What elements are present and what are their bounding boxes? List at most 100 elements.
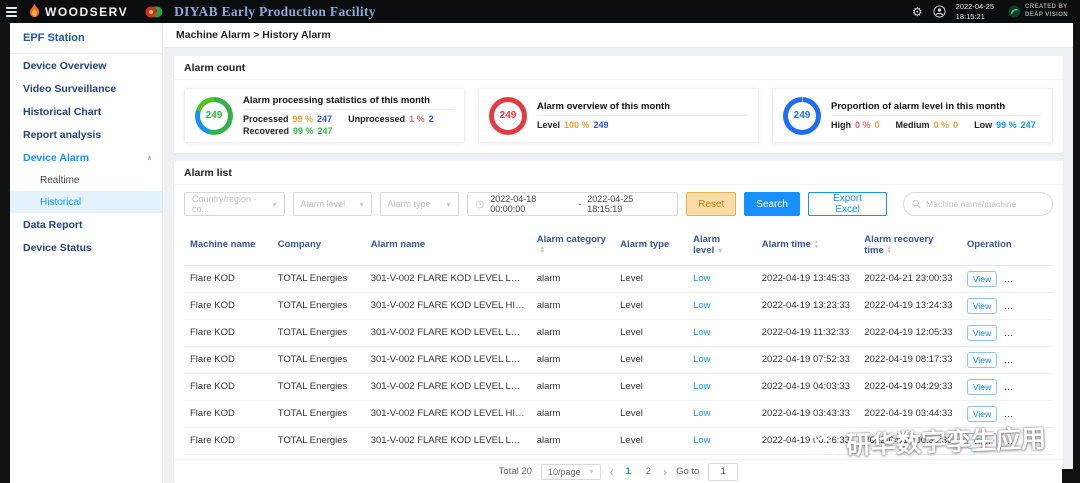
sidebar-item-report-analysis[interactable]: Report analysis — [10, 123, 162, 146]
view-button[interactable]: View — [967, 298, 997, 314]
table-row[interactable]: Flare KOD TOTAL Energies 301-V-002 FLARE… — [184, 292, 1053, 319]
left-edge-bar — [0, 0, 10, 483]
alarm-type-select[interactable]: Alarm type ▾ — [380, 192, 459, 216]
sidebar-item-video-surveillance[interactable]: Video Surveillance — [10, 77, 162, 100]
alarm-table: Machine name Company Alarm name Alarm ca… — [184, 225, 1053, 459]
col-company: Company — [272, 225, 365, 265]
cell-alarm-recovery-time: 2022-04-21 23:00:33 — [858, 265, 961, 292]
expand-button[interactable]: Expand▾ — [1004, 406, 1050, 422]
right-edge-bar — [1073, 0, 1080, 483]
machine-search-input[interactable] — [926, 199, 1044, 209]
col-alarm-time: Alarm time▲▼ — [756, 225, 859, 265]
expand-button[interactable]: Expand▾ — [1004, 352, 1050, 368]
sidebar-item-label: Device Overview — [23, 60, 106, 72]
pagination-total: Total 20 — [499, 466, 532, 477]
cell-machine-name: Flare KOD — [184, 265, 272, 292]
table-row[interactable]: Flare KOD TOTAL Energies 301-V-002 FLARE… — [184, 319, 1053, 346]
view-button[interactable]: View — [967, 406, 997, 422]
table-row[interactable]: Flare KOD TOTAL Energies 301-V-002 FLARE… — [184, 427, 1053, 454]
cell-alarm-category: alarm — [531, 427, 614, 454]
region-select[interactable]: Country/region - co... ▾ — [184, 192, 285, 216]
machine-search-box[interactable] — [903, 192, 1053, 216]
alarm-list-title: Alarm list — [174, 161, 1063, 185]
table-header-row: Machine name Company Alarm name Alarm ca… — [184, 225, 1053, 265]
cell-machine-name: Flare KOD — [184, 346, 272, 373]
expand-button[interactable]: Expand▾ — [1004, 325, 1050, 341]
sort-icon[interactable]: ▲▼ — [887, 246, 892, 255]
sort-icon[interactable]: ▲▼ — [814, 240, 819, 249]
screen: WOODSERV DIYAB Early Production Facility… — [0, 0, 1080, 483]
cell-alarm-time: 2022-04-19 13:45:33 — [756, 265, 859, 292]
cell-alarm-level: Low — [687, 265, 756, 292]
search-button[interactable]: Search — [744, 192, 800, 216]
sidebar-item-data-report[interactable]: Data Report — [10, 213, 162, 236]
datetime-display: 2022-04-25 18:15:21 — [956, 2, 994, 21]
filter-caret-icon[interactable]: ▾ — [718, 246, 722, 255]
content-area: Alarm count 249 Alarm processing statist… — [164, 48, 1073, 483]
view-button[interactable]: View — [967, 352, 997, 368]
table-row[interactable]: Flare KOD TOTAL Energies 301-V-002 FLARE… — [184, 265, 1053, 292]
time-text: 18:15:21 — [956, 12, 994, 21]
next-page-button[interactable]: › — [663, 466, 667, 478]
alarm-level-select[interactable]: Alarm level ▾ — [293, 192, 372, 216]
created-by-text: CREATED BY DEAP VISION — [1025, 4, 1068, 20]
cell-alarm-type: Level — [614, 265, 687, 292]
sidebar-item-device-overview[interactable]: Device Overview — [10, 54, 162, 77]
hamburger-menu-icon[interactable] — [0, 7, 22, 17]
card-stats: Level100 %249 — [537, 120, 748, 130]
alarm-count-title: Alarm count — [174, 56, 1063, 80]
user-icon[interactable] — [933, 5, 946, 18]
expand-button[interactable]: Expand▾ — [1004, 433, 1050, 449]
cell-machine-name: Flare KOD — [184, 400, 272, 427]
created-by-badge: CREATED BY DEAP VISION — [1008, 4, 1068, 20]
page-number-2[interactable]: 2 — [643, 466, 654, 477]
sidebar-item-label: Historical — [40, 197, 81, 208]
export-excel-button[interactable]: Export Excel — [808, 192, 887, 216]
sidebar-item-label: Device Alarm — [23, 152, 89, 164]
view-button[interactable]: View — [967, 325, 997, 341]
expand-button[interactable]: Expand▾ — [1004, 298, 1050, 314]
view-button[interactable]: View — [967, 271, 997, 287]
view-button[interactable]: View — [967, 379, 997, 395]
cell-operation: View Expand▾ — [961, 346, 1053, 373]
cell-company: TOTAL Energies — [272, 319, 365, 346]
cell-alarm-level: Low — [687, 373, 756, 400]
expand-button[interactable]: Expand▾ — [1004, 271, 1050, 287]
table-row[interactable]: Flare KOD TOTAL Energies 301-V-002 FLARE… — [184, 400, 1053, 427]
view-button[interactable]: View — [967, 433, 997, 449]
sort-icon[interactable]: ▲▼ — [540, 246, 545, 255]
cell-alarm-time: 2022-04-19 03:43:33 — [756, 400, 859, 427]
cell-operation: View Expand▾ — [961, 427, 1053, 454]
table-row[interactable]: Flare KOD TOTAL Energies 301-V-002 FLARE… — [184, 346, 1053, 373]
date-range-picker[interactable]: ◷ 2022-04-18 00:00:00 - 2022-04-25 18:15… — [467, 192, 679, 216]
alarm-level-select-value: Alarm level — [301, 199, 346, 209]
stat-item: Low99 %247 — [974, 120, 1036, 130]
cell-company: TOTAL Energies — [272, 292, 365, 319]
breadcrumb: Machine Alarm > History Alarm — [164, 23, 1073, 48]
table-row[interactable]: Flare KOD TOTAL Energies 301-V-002 FLARE… — [184, 373, 1053, 400]
cell-company: TOTAL Energies — [272, 265, 365, 292]
sidebar-item-realtime[interactable]: Realtime — [10, 169, 162, 191]
cell-alarm-name: 301-V-002 FLARE KOD LEVEL LOW — [365, 346, 531, 373]
cell-alarm-name: 301-V-002 FLARE KOD LEVEL LOW LOW — [365, 427, 531, 454]
sidebar-item-device-status[interactable]: Device Status — [10, 236, 162, 259]
sidebar-item-device-alarm[interactable]: Device Alarm ∧ — [10, 146, 162, 169]
reset-button[interactable]: Reset — [686, 192, 736, 216]
page-number-1[interactable]: 1 — [623, 466, 634, 477]
chevron-down-icon: ▾ — [589, 467, 593, 476]
cell-alarm-name: 301-V-002 FLARE KOD LEVEL HIGH — [365, 292, 531, 319]
sidebar-item-historical[interactable]: Historical — [10, 191, 162, 213]
sidebar-item-historical-chart[interactable]: Historical Chart — [10, 100, 162, 123]
gear-icon[interactable]: ⚙ — [912, 6, 923, 18]
date-start: 2022-04-18 00:00:00 — [490, 194, 572, 214]
sidebar-item-epf-station[interactable]: EPF Station — [10, 23, 162, 54]
region-select-value: Country/region - co... — [192, 194, 269, 214]
page-size-value: 10/page — [548, 467, 581, 477]
goto-page-input[interactable] — [708, 463, 738, 481]
expand-button[interactable]: Expand▾ — [1004, 379, 1050, 395]
cell-alarm-time: 2022-04-19 07:52:33 — [756, 346, 859, 373]
alarm-level-proportion-card: 249 Proportion of alarm level in this mo… — [772, 88, 1053, 143]
prev-page-button[interactable]: ‹ — [610, 466, 614, 478]
page-size-select[interactable]: 10/page ▾ — [541, 464, 601, 480]
pagination-bar: Total 20 10/page ▾ ‹ 1 2 › Go to — [174, 459, 1063, 483]
